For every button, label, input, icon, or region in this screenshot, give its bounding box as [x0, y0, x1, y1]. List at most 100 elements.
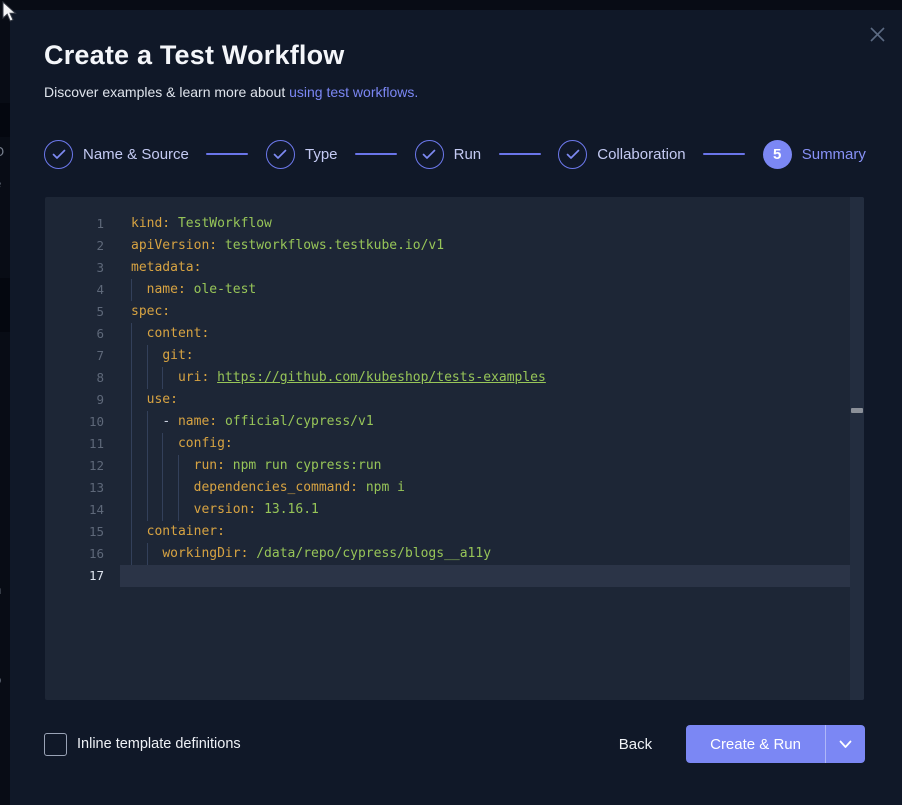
indent-guide [131, 499, 132, 521]
yaml-token [131, 326, 147, 341]
yaml-token [131, 524, 147, 539]
indent-guide [178, 477, 179, 499]
background-block [0, 278, 10, 332]
code-line-content[interactable]: use: [120, 389, 850, 411]
step-connector [703, 153, 745, 155]
step-label: Type [305, 146, 338, 163]
code-line: 7 git: [45, 345, 850, 367]
code-line-content[interactable]: workingDir: /data/repo/cypress/blogs__a1… [120, 543, 850, 565]
code-line-content[interactable]: git: [120, 345, 850, 367]
yaml-token [358, 480, 366, 495]
line-number: 15 [45, 521, 120, 543]
line-number: 7 [45, 345, 120, 367]
yaml-token [217, 414, 225, 429]
indent-guide [147, 411, 148, 433]
code-line: 13 dependencies_command: npm i [45, 477, 850, 499]
line-number: 2 [45, 235, 120, 257]
indent-guide [131, 389, 132, 411]
code-line: 14 version: 13.16.1 [45, 499, 850, 521]
code-line-content[interactable]: spec: [120, 301, 850, 323]
yaml-token: dependencies_command: [194, 480, 358, 495]
line-number: 12 [45, 455, 120, 477]
inline-template-row[interactable]: Inline template definitions [44, 733, 241, 756]
code-line: 4 name: ole-test [45, 279, 850, 301]
code-line-content[interactable]: name: ole-test [120, 279, 850, 301]
yaml-editor[interactable]: 1kind: TestWorkflow2apiVersion: testwork… [45, 197, 864, 700]
close-icon[interactable] [864, 21, 890, 47]
mouse-cursor [1, 1, 19, 23]
step-type[interactable]: Type [266, 140, 338, 169]
yaml-token: name: [147, 282, 186, 297]
line-number: 6 [45, 323, 120, 345]
line-number: 16 [45, 543, 120, 565]
code-line-content[interactable]: uri: https://github.com/kubeshop/tests-e… [120, 367, 850, 389]
code-line-content[interactable]: version: 13.16.1 [120, 499, 850, 521]
yaml-token: - [162, 414, 178, 429]
code-line-content[interactable]: dependencies_command: npm i [120, 477, 850, 499]
code-line-content[interactable] [120, 565, 850, 587]
background-text-fragment: o [0, 672, 1, 687]
indent-guide [162, 433, 163, 455]
step-connector [355, 153, 397, 155]
create-run-split-button: Create & Run [686, 725, 865, 763]
yaml-token: container: [147, 524, 225, 539]
yaml-url-link[interactable]: https://github.com/kubeshop/tests-exampl… [217, 370, 546, 385]
step-label: Collaboration [597, 146, 685, 163]
code-line: 11 config: [45, 433, 850, 455]
yaml-token [131, 370, 178, 385]
background-text-fragment: e [0, 176, 1, 191]
code-line: 16 workingDir: /data/repo/cypress/blogs_… [45, 543, 850, 565]
modal-subtitle: Discover examples & learn more about usi… [44, 84, 418, 100]
create-run-dropdown-button[interactable] [825, 725, 865, 763]
step-run[interactable]: Run [415, 140, 482, 169]
code-line-content[interactable]: apiVersion: testworkflows.testkube.io/v1 [120, 235, 850, 257]
step-summary[interactable]: 5Summary [763, 140, 866, 169]
indent-guide [131, 345, 132, 367]
yaml-token: name: [178, 414, 217, 429]
indent-guide [131, 455, 132, 477]
yaml-token: uri: [178, 370, 209, 385]
yaml-token: kind: [131, 216, 170, 231]
wizard-stepper: Name & Source Type Run Collaboration 5Summar… [44, 139, 866, 169]
code-line: 2apiVersion: testworkflows.testkube.io/v… [45, 235, 850, 257]
background-page-sliver: Oe-lilno- [0, 0, 10, 805]
using-test-workflows-link[interactable]: using test workflows. [289, 84, 418, 100]
editor-scrollbar-thumb[interactable] [851, 408, 863, 413]
indent-guide [131, 323, 132, 345]
yaml-token [217, 238, 225, 253]
indent-guide [147, 433, 148, 455]
step-label: Run [454, 146, 482, 163]
yaml-token: npm run cypress:run [233, 458, 382, 473]
inline-template-checkbox[interactable] [44, 733, 67, 756]
code-line-content[interactable]: - name: official/cypress/v1 [120, 411, 850, 433]
code-line-content[interactable]: container: [120, 521, 850, 543]
code-line: 10 - name: official/cypress/v1 [45, 411, 850, 433]
indent-guide [131, 477, 132, 499]
code-line-content[interactable]: kind: TestWorkflow [120, 213, 850, 235]
line-number: 1 [45, 213, 120, 235]
code-line-content[interactable]: content: [120, 323, 850, 345]
editor-scrollbar-track [850, 197, 864, 700]
yaml-token: content: [147, 326, 210, 341]
yaml-token: /data/repo/cypress/blogs__a11y [256, 546, 491, 561]
background-text-fragment: O [0, 144, 4, 159]
line-number: 3 [45, 257, 120, 279]
step-collaboration[interactable]: Collaboration [558, 140, 685, 169]
step-check-icon [44, 140, 73, 169]
background-text-fragment: n [0, 582, 1, 597]
line-number: 11 [45, 433, 120, 455]
code-line-content[interactable]: run: npm run cypress:run [120, 455, 850, 477]
code-line-content[interactable]: config: [120, 433, 850, 455]
indent-guide [178, 455, 179, 477]
yaml-token: version: [194, 502, 257, 517]
back-button[interactable]: Back [619, 736, 652, 753]
step-name-source[interactable]: Name & Source [44, 140, 189, 169]
line-number: 10 [45, 411, 120, 433]
create-run-button[interactable]: Create & Run [686, 725, 825, 763]
yaml-token: spec: [131, 304, 170, 319]
step-connector [206, 153, 248, 155]
indent-guide [147, 499, 148, 521]
yaml-token: use: [147, 392, 178, 407]
code-line-content[interactable]: metadata: [120, 257, 850, 279]
line-number: 5 [45, 301, 120, 323]
